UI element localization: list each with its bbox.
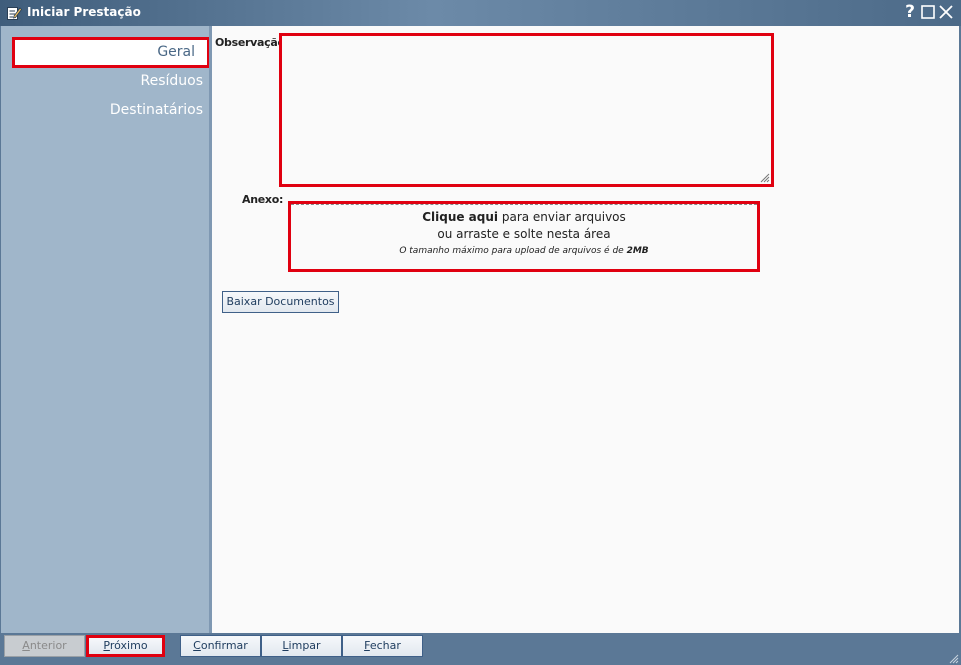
observacao-label: Observação:: [215, 36, 289, 49]
maximize-icon[interactable]: [919, 3, 937, 21]
sidebar-item-geral[interactable]: Geral: [12, 37, 210, 68]
download-documents-button[interactable]: Baixar Documentos: [222, 291, 339, 313]
confirm-button[interactable]: Confirmar: [180, 635, 261, 657]
sidebar-item-label: Resíduos: [140, 73, 203, 89]
anexo-label: Anexo:: [242, 193, 284, 206]
sidebar-item-label: Destinatários: [109, 102, 203, 118]
clear-button[interactable]: Limpar: [261, 635, 342, 657]
window-title: Iniciar Prestação: [27, 5, 141, 19]
confirm-button-mnemonic: C: [193, 639, 201, 652]
clear-button-label: impar: [288, 639, 321, 652]
help-icon[interactable]: ?: [901, 3, 919, 21]
form-panel: Observação: Anexo: Clique aqui para envi…: [212, 26, 959, 633]
sidebar-item-destinatarios[interactable]: Destinatários: [110, 102, 203, 118]
upload-click-text: para enviar arquivos: [498, 210, 626, 224]
upload-click-link[interactable]: Clique aqui: [422, 210, 498, 224]
previous-button-label: nterior: [29, 639, 67, 652]
title-bar[interactable]: Iniciar Prestação ?: [0, 0, 961, 26]
edit-document-icon: [6, 5, 23, 21]
observacao-field-wrapper: [279, 33, 774, 187]
upload-size-text: O tamanho máximo para upload de arquivos…: [399, 246, 627, 256]
close-icon[interactable]: [937, 3, 955, 21]
sidebar-item-residuos[interactable]: Resíduos: [140, 73, 203, 89]
close-button-label: echar: [369, 639, 401, 652]
upload-size-value: 2MB: [626, 246, 649, 256]
upload-size-note: O tamanho máximo para upload de arquivos…: [291, 246, 757, 256]
resize-grip-icon[interactable]: [759, 172, 770, 183]
upload-instruction: Clique aqui para enviar arquivos: [291, 210, 757, 224]
observacao-textarea[interactable]: [282, 36, 771, 184]
previous-button-mnemonic: A: [22, 639, 30, 652]
upload-drag-text: ou arraste e solte nesta área: [437, 227, 611, 241]
dropzone-border: [291, 204, 757, 205]
next-button[interactable]: Próximo: [86, 635, 165, 657]
previous-button[interactable]: Anterior: [4, 635, 85, 657]
close-button[interactable]: Fechar: [342, 635, 423, 657]
sidebar: Geral Resíduos Destinatários: [1, 26, 210, 633]
footer-toolbar: Anterior Próximo Confirmar Limpar Fechar: [0, 633, 961, 665]
file-upload-dropzone[interactable]: Clique aqui para enviar arquivos ou arra…: [288, 201, 760, 272]
window-resize-grip-icon[interactable]: [949, 653, 959, 664]
dialog-window: Iniciar Prestação ? Geral Resíduos Desti…: [0, 0, 961, 665]
next-button-label: róximo: [109, 639, 148, 652]
sidebar-item-label: Geral: [157, 44, 195, 60]
confirm-button-label: onfirmar: [200, 639, 248, 652]
